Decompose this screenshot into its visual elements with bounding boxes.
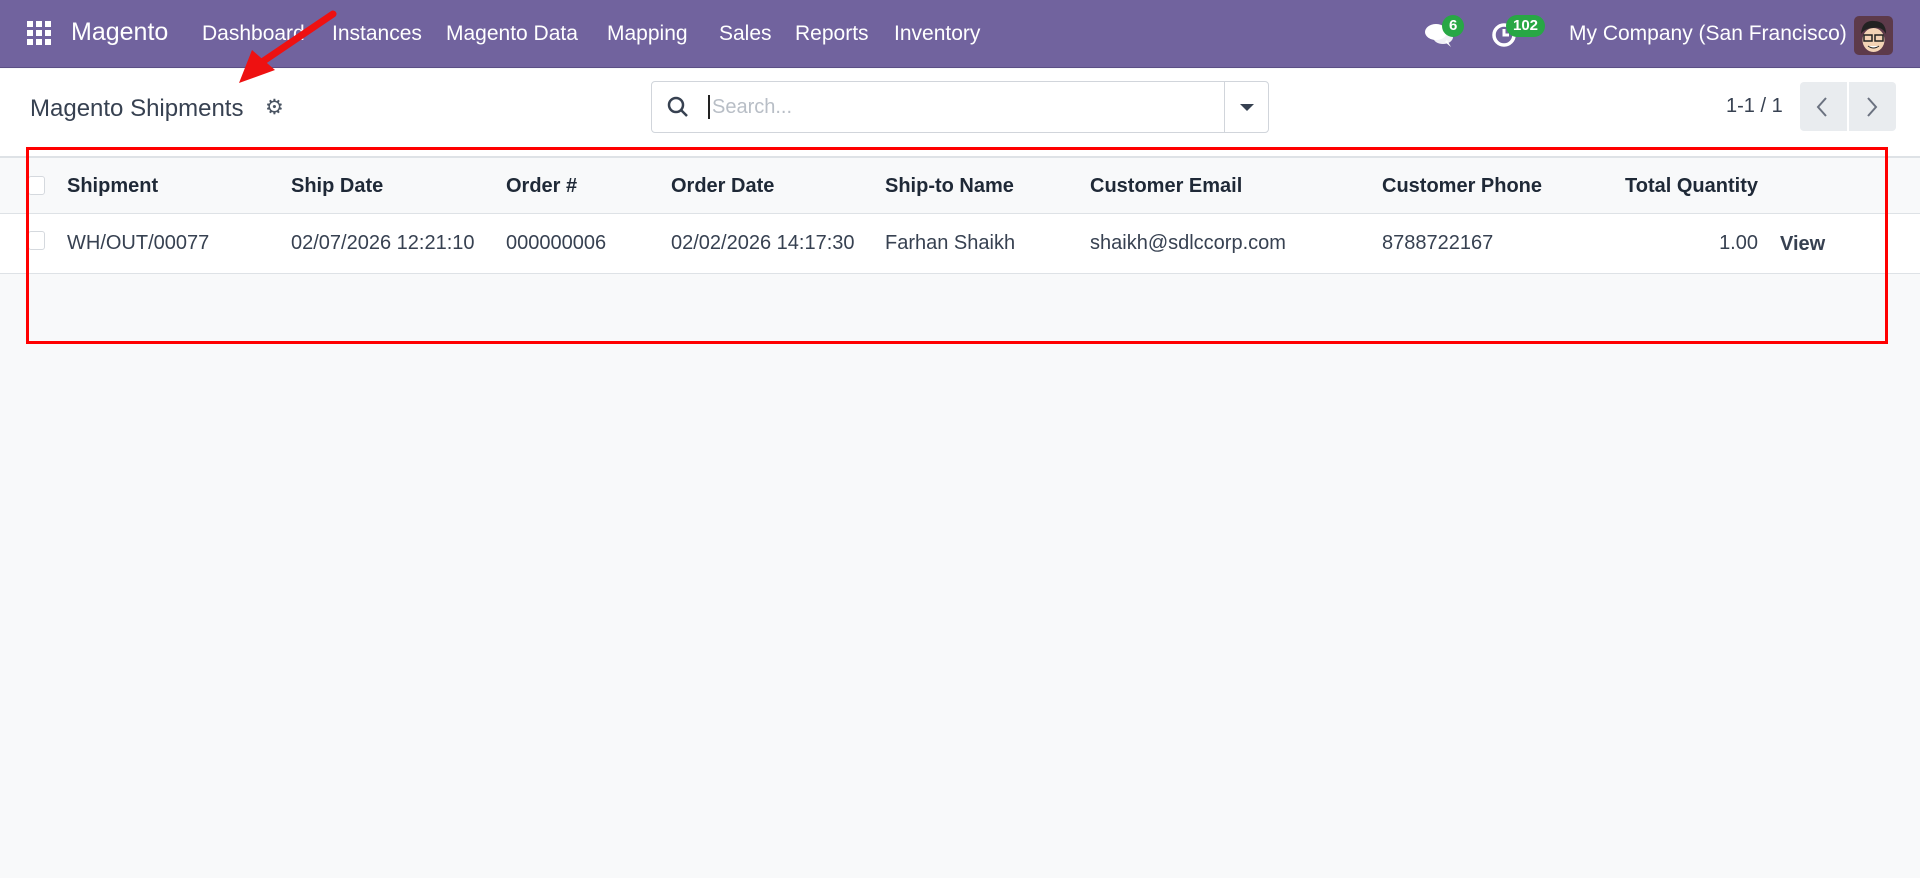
cell-order-date: 02/02/2026 14:17:30 [671,232,855,254]
column-ship-date[interactable]: Ship Date [291,174,383,198]
pager-next-button[interactable] [1849,82,1896,131]
chevron-left-icon [1816,97,1827,117]
app-name[interactable]: Magento [71,20,168,45]
column-ship-to-name[interactable]: Ship-to Name [885,174,1014,198]
cell-order-number: 000000006 [506,232,607,254]
cell-customer-email: shaikh@sdlccorp.com [1090,232,1286,254]
pager-previous-button[interactable] [1800,82,1847,131]
menu-instances[interactable]: Instances [332,22,422,46]
company-switcher[interactable]: My Company (San Francisco) [1569,22,1847,46]
menu-dashboard[interactable]: Dashboard [202,22,305,46]
select-all-checkbox[interactable] [28,176,45,195]
cell-total-quantity: 1.00 [1719,232,1758,254]
row-checkbox[interactable] [28,231,45,250]
menu-reports[interactable]: Reports [795,22,869,46]
search-bar[interactable]: Search... [651,81,1269,133]
search-icon [667,96,688,117]
search-options-dropdown-toggle[interactable] [1224,82,1268,132]
search-input[interactable]: Search... [708,95,792,119]
top-navbar: Magento Dashboard Instances Magento Data… [0,0,1920,68]
app-menu-icon[interactable] [27,21,51,45]
pager-value[interactable]: 1-1 / 1 [1726,95,1783,118]
page-title: Magento Shipments [30,95,244,122]
cell-customer-phone: 8788722167 [1382,232,1494,254]
table-header: Shipment Ship Date Order # Order Date Sh… [0,157,1920,214]
column-order-date[interactable]: Order Date [671,174,774,198]
cell-shipment: WH/OUT/00077 [67,232,210,254]
column-shipment[interactable]: Shipment [67,174,158,198]
menu-mapping[interactable]: Mapping [607,22,688,46]
user-avatar[interactable] [1854,16,1893,55]
cell-ship-date: 02/07/2026 12:21:10 [291,232,475,254]
column-order-number[interactable]: Order # [506,174,577,198]
column-customer-phone[interactable]: Customer Phone [1382,174,1542,198]
menu-sales[interactable]: Sales [719,22,772,46]
messages-badge: 6 [1442,15,1465,37]
activities-badge: 102 [1506,15,1546,37]
column-customer-email[interactable]: Customer Email [1090,174,1242,198]
chevron-right-icon [1867,97,1878,117]
table-row[interactable]: WH/OUT/00077 02/07/2026 12:21:10 0000000… [0,214,1920,274]
menu-magento-data[interactable]: Magento Data [446,22,578,46]
gear-icon[interactable]: ⚙ [265,97,285,118]
cell-ship-to-name: Farhan Shaikh [885,232,1016,254]
control-panel: Magento Shipments ⚙ Search... 1-1 / 1 [0,69,1920,157]
view-button[interactable]: View [1780,232,1825,256]
column-total-quantity[interactable]: Total Quantity [1625,174,1758,198]
menu-inventory[interactable]: Inventory [894,22,980,46]
